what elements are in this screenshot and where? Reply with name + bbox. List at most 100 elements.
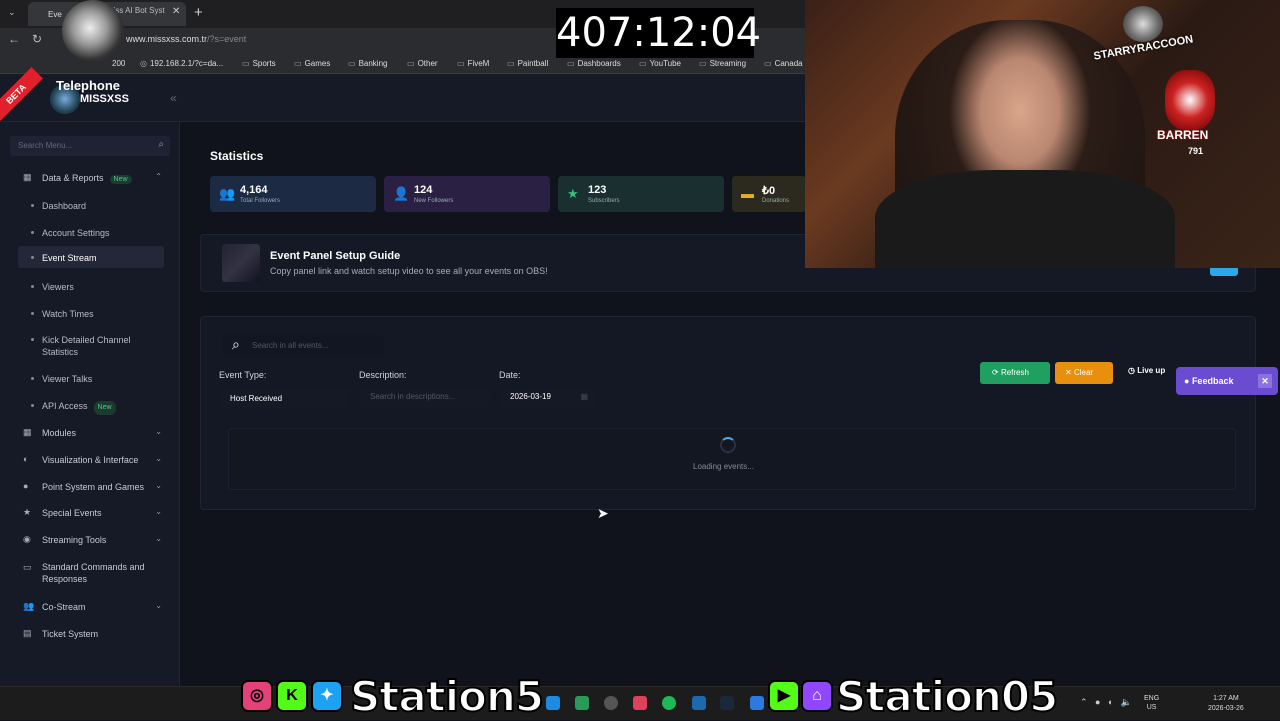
loading-spinner-icon: [720, 437, 736, 453]
bookmark-sports[interactable]: ▭ Sports: [242, 59, 276, 68]
sidebar-item-watch-times[interactable]: Watch Times: [18, 302, 164, 324]
folder-icon: ▭: [639, 59, 647, 68]
bookmark-fivem[interactable]: ▭ FiveM: [457, 59, 489, 68]
bookmark-label: Paintball: [517, 59, 549, 68]
tab-close-icon[interactable]: ✕: [172, 6, 180, 17]
sidebar-section-special-events[interactable]: ★ Special Events ⌄: [18, 502, 164, 524]
sidebar-item-account-settings[interactable]: Account Settings: [18, 221, 164, 243]
sidebar-section-modules[interactable]: ▦ Modules ⌄: [18, 422, 164, 444]
bookmark-paintball[interactable]: ▭ Paintball: [507, 59, 548, 68]
event-search-input[interactable]: ⌕ Search in all events...: [222, 335, 384, 355]
section-label: Co-Stream: [42, 602, 86, 612]
app-icon[interactable]: [575, 696, 589, 710]
system-tray[interactable]: ⌃ ● ◐ 🔈: [1080, 697, 1132, 708]
sidebar-item-dashboard[interactable]: Dashboard: [18, 194, 164, 216]
description-input[interactable]: Search in descriptions...: [360, 387, 490, 409]
taskbar-clock[interactable]: 1:27 AM 2026-03-26: [1208, 694, 1244, 714]
app-icon[interactable]: [750, 696, 764, 710]
sidebar-section-standard-commands[interactable]: ▭ Standard Commands and Responses: [18, 556, 164, 590]
clear-button[interactable]: ✕ Clear: [1055, 362, 1113, 384]
sidebar-item-viewer-talks[interactable]: Viewer Talks: [18, 367, 164, 389]
sidebar-item-kick-statistics[interactable]: Kick Detailed Channel Statistics: [18, 328, 148, 362]
sidebar-section-visualization[interactable]: ◐ Visualization & Interface ⌄: [18, 449, 164, 471]
brand-subtitle: MISSXSS: [80, 93, 129, 105]
feedback-label: Feedback: [1191, 376, 1234, 386]
social-handle-right: Station05: [835, 671, 1059, 721]
mouse-cursor-icon: ➤: [597, 505, 609, 521]
chevron-down-icon: ⌄: [155, 454, 162, 463]
bookmark-dashboards[interactable]: ▭ Dashboards: [567, 59, 621, 68]
stat-value: 123: [588, 184, 607, 196]
stat-card-subscribers: ★ 123 Subscribers: [558, 176, 724, 212]
app-icon[interactable]: [692, 696, 706, 710]
sidebar-item-viewers[interactable]: Viewers: [18, 275, 164, 297]
palette-icon: ◐: [23, 454, 29, 464]
sidebar-section-point-system[interactable]: ● Point System and Games ⌄: [18, 476, 164, 498]
keyboard-icon: ▭: [23, 562, 32, 572]
description-label: Description:: [359, 370, 407, 380]
user-plus-icon: 👤: [393, 186, 410, 201]
bookmark-partial[interactable]: 200: [112, 59, 125, 68]
back-icon[interactable]: ←: [8, 32, 20, 46]
section-label: Standard Commands and Responses: [42, 562, 145, 584]
section-label: Visualization & Interface: [42, 455, 139, 465]
sidebar-item-event-stream[interactable]: Event Stream: [18, 246, 164, 268]
section-label: Data & Reports: [42, 173, 104, 183]
feedback-button[interactable]: ● Feedback ✕: [1176, 367, 1278, 395]
stat-label: Donations: [762, 198, 790, 204]
steam-icon[interactable]: [720, 696, 734, 710]
stream-timer: 407:12:04: [556, 8, 762, 58]
star-icon: ★: [23, 507, 32, 517]
stream-avatar-overlay: [62, 0, 124, 62]
bookmark-label: Dashboards: [577, 59, 621, 68]
coin-icon: ●: [23, 481, 29, 491]
refresh-icon: ⟳: [992, 368, 1001, 377]
folder-icon: ▭: [407, 59, 415, 68]
stat-value: ₺0: [762, 185, 776, 197]
bookmark-router[interactable]: ◎ 192.168.2.1/?c=da...: [140, 59, 223, 68]
bookmark-games[interactable]: ▭ Games: [294, 59, 330, 68]
bookmark-label: Banking: [358, 59, 388, 68]
bookmark-streaming[interactable]: ▭ Streaming: [699, 59, 746, 68]
tab-list-chevron-icon[interactable]: ⌄: [8, 7, 16, 18]
button-label: Refresh: [1000, 368, 1029, 377]
url-domain: www.missxss.com.tr: [126, 34, 207, 44]
bookmark-canada[interactable]: ▭ Canada: [764, 59, 803, 68]
stat-label: New Followers: [414, 198, 454, 204]
sidebar-section-streaming-tools[interactable]: ◉ Streaming Tools ⌄: [18, 529, 164, 551]
sidebar: Search Menu... ⌕ ▦ Data & Reports New ⌃ Da…: [0, 122, 180, 686]
refresh-button[interactable]: ⟳ Refresh: [980, 362, 1050, 384]
chat-icon: ●: [1184, 376, 1192, 386]
new-tab-icon[interactable]: +: [194, 4, 203, 21]
bookmark-other[interactable]: ▭ Other: [407, 59, 438, 68]
stat-value: 124: [414, 184, 433, 196]
sidebar-section-data-reports[interactable]: ▦ Data & Reports New ⌃: [18, 167, 164, 189]
language-indicator[interactable]: ENG US: [1144, 694, 1159, 712]
sidebar-collapse-icon[interactable]: «: [170, 91, 177, 105]
bookmark-label: YouTube: [649, 59, 681, 68]
edge-icon[interactable]: [546, 696, 560, 710]
spotify-icon[interactable]: [662, 696, 676, 710]
live-update-toggle[interactable]: ◷ Live up: [1128, 366, 1165, 375]
star-icon: ★: [567, 186, 579, 201]
users-icon: 👥: [23, 601, 35, 611]
reload-icon[interactable]: ↻: [32, 32, 42, 46]
streamer-shirt: [875, 170, 1175, 268]
search-menu-input[interactable]: Search Menu... ⌕: [10, 136, 170, 156]
section-label: Streaming Tools: [42, 535, 107, 545]
chatgpt-icon[interactable]: [604, 696, 618, 710]
date-input[interactable]: 2026-03-19 ▦: [500, 387, 596, 409]
sidebar-section-co-stream[interactable]: 👥 Co-Stream ⌄: [18, 596, 164, 618]
button-label: Clear: [1073, 368, 1094, 377]
bookmark-youtube[interactable]: ▭ YouTube: [639, 59, 681, 68]
app-icon[interactable]: [633, 696, 647, 710]
url-field[interactable]: www.missxss.com.tr/?s=event: [126, 34, 246, 44]
users-icon: 👥: [219, 186, 236, 201]
bookmark-label: Other: [417, 59, 438, 68]
close-icon[interactable]: ✕: [1258, 374, 1272, 388]
sidebar-item-api-access[interactable]: API Access New: [18, 394, 164, 416]
bookmark-banking[interactable]: ▭ Banking: [348, 59, 387, 68]
new-badge: New: [93, 401, 116, 415]
sidebar-section-ticket-system[interactable]: ▤ Ticket System: [18, 623, 164, 645]
event-type-select[interactable]: Host Received: [220, 387, 350, 409]
